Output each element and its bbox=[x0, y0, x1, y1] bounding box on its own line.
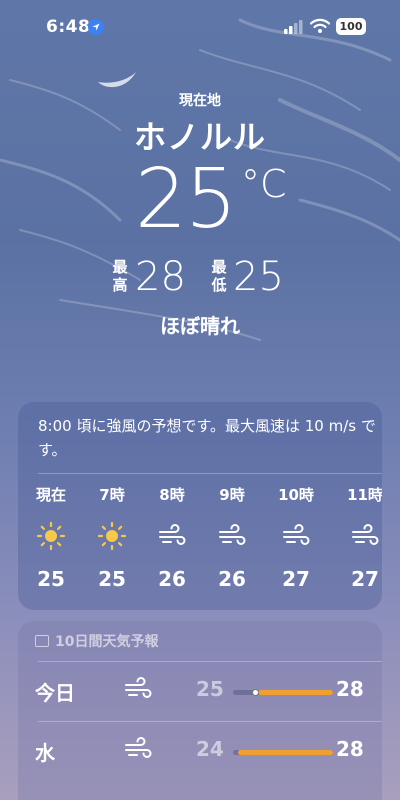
wind-icon bbox=[123, 737, 153, 765]
hour-temperature: 27 bbox=[282, 567, 310, 591]
hour-item: 8時 26 bbox=[142, 484, 202, 591]
hour-label: 9時 bbox=[219, 486, 245, 504]
current-weather-header: 現在地 ホノルル 25 °C 最高 28 最低 25 ほぼ晴れ bbox=[0, 90, 400, 339]
hour-item: 10時 27 bbox=[266, 484, 326, 591]
status-bar: 6:48 100 bbox=[0, 0, 400, 54]
day-low: 24 bbox=[196, 737, 224, 761]
moon-icon bbox=[98, 72, 136, 88]
wind-icon bbox=[202, 521, 262, 551]
high-temperature: 28 bbox=[135, 254, 186, 300]
divider bbox=[38, 661, 382, 662]
wind-icon bbox=[142, 521, 202, 551]
hour-temperature: 26 bbox=[158, 567, 186, 591]
divider bbox=[38, 473, 382, 474]
hour-temperature: 26 bbox=[218, 567, 246, 591]
cellular-signal-icon bbox=[284, 20, 303, 34]
day-high: 28 bbox=[336, 677, 364, 701]
hour-item: 7時 25 bbox=[82, 484, 142, 591]
current-temperature-dot bbox=[252, 689, 259, 696]
divider bbox=[38, 721, 382, 722]
hour-temperature: 25 bbox=[98, 567, 126, 591]
day-name: 水 bbox=[35, 741, 55, 765]
temperature-unit: °C bbox=[241, 162, 287, 206]
current-temperature: 25 bbox=[135, 152, 237, 247]
temperature-range-bar bbox=[233, 750, 333, 755]
low-temperature: 25 bbox=[233, 254, 284, 300]
hour-item: 11時 27 bbox=[335, 484, 382, 591]
wind-icon bbox=[266, 521, 326, 551]
low-label: 最低 bbox=[211, 258, 227, 294]
hour-item: 9時 26 bbox=[202, 484, 262, 591]
wind-icon bbox=[335, 521, 382, 551]
day-low: 25 bbox=[196, 677, 224, 701]
ten-day-title: 10日間天気予報 bbox=[55, 634, 159, 650]
temperature-range-fill bbox=[258, 690, 333, 695]
hour-temperature: 27 bbox=[351, 567, 379, 591]
hour-label: 8時 bbox=[159, 486, 185, 504]
wind-icon bbox=[123, 677, 153, 705]
high-label: 最高 bbox=[112, 258, 128, 294]
sun-icon bbox=[82, 521, 142, 551]
hourly-forecast-card[interactable]: 8:00 頃に強風の予想です。最大風速は 10 m/s です。 現在 25 7時… bbox=[18, 402, 382, 610]
battery-indicator: 100 bbox=[336, 18, 366, 35]
wind-alert-text: 8:00 頃に強風の予想です。最大風速は 10 m/s です。 bbox=[38, 417, 376, 459]
hour-label: 現在 bbox=[35, 486, 66, 504]
location-arrow-icon bbox=[88, 19, 104, 35]
high-low-row: 最高 28 最低 25 bbox=[0, 254, 400, 304]
calendar-icon bbox=[35, 635, 49, 647]
ten-day-header: 10日間天気予報 bbox=[35, 631, 158, 651]
hour-label: 10時 bbox=[278, 486, 314, 504]
hour-label: 11時 bbox=[347, 486, 382, 504]
weather-condition: ほぼ晴れ bbox=[160, 314, 240, 338]
location-label: 現在地 bbox=[179, 93, 221, 109]
hourly-list[interactable]: 現在 25 7時 25 8時 26 9時 26 10時 27 11時 27 bbox=[18, 484, 382, 604]
day-high: 28 bbox=[336, 737, 364, 761]
hour-temperature: 25 bbox=[37, 567, 65, 591]
status-time: 6:48 bbox=[46, 17, 91, 37]
day-name: 今日 bbox=[35, 681, 75, 705]
wifi-icon bbox=[310, 18, 330, 33]
temperature-range-fill bbox=[238, 750, 333, 755]
ten-day-forecast-card[interactable]: 10日間天気予報 今日 25 28 水 24 28 bbox=[18, 621, 382, 800]
temperature-range-bar bbox=[233, 689, 333, 696]
hour-item: 現在 25 bbox=[21, 484, 81, 591]
day-row-today[interactable]: 今日 25 28 bbox=[18, 663, 382, 721]
sun-icon bbox=[21, 521, 81, 551]
day-row-wed[interactable]: 水 24 28 bbox=[18, 723, 382, 781]
hour-label: 7時 bbox=[99, 486, 125, 504]
